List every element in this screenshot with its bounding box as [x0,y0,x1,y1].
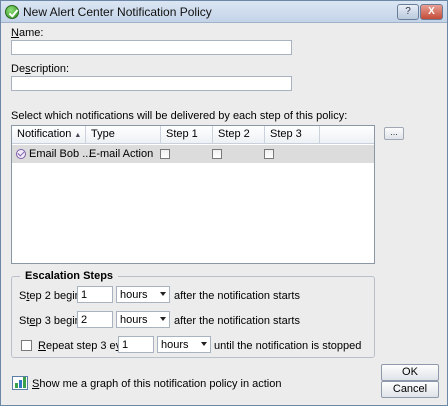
step2-checkbox[interactable] [212,149,222,159]
chevron-down-icon [160,317,166,321]
graph-icon [12,376,28,390]
step3-unit-select[interactable]: hours [116,311,170,328]
column-header-step1[interactable]: Step 1 [161,126,213,144]
window-title: New Alert Center Notification Policy [23,5,212,19]
description-label: Description: [11,63,70,75]
column-header-notification[interactable]: Notification ▲ [12,126,86,144]
show-graph-link[interactable]: Show me a graph of this notification pol… [32,378,281,390]
notification-options-button[interactable]: ... [384,127,404,140]
name-field[interactable] [11,40,292,55]
grid-header: Notification ▲ Type Step 1 Step 2 Step 3 [12,126,374,144]
repeat-unit-select[interactable]: hours [157,336,211,353]
notification-type: E-mail Action [89,148,154,160]
title-bar[interactable]: New Alert Center Notification Policy ? X [1,1,447,23]
close-button[interactable]: X [420,4,443,20]
name-label: Name: [11,27,44,39]
column-header-step3[interactable]: Step 3 [265,126,320,144]
step2-unit-select[interactable]: hours [116,286,170,303]
repeat-step3-checkbox[interactable] [21,340,32,351]
step3-checkbox[interactable] [264,149,274,159]
column-header-step2[interactable]: Step 2 [213,126,265,144]
step1-checkbox[interactable] [160,149,170,159]
chevron-down-icon [201,342,207,346]
step3-suffix: after the notification starts [174,315,300,327]
help-button[interactable]: ? [397,4,419,20]
app-check-icon [5,5,19,19]
escalation-steps-title: Escalation Steps [20,270,119,282]
repeat-suffix: until the notification is stopped [214,340,362,352]
chevron-down-icon [160,292,166,296]
notification-name: Email Bob ... [29,148,92,160]
step3-begins-input[interactable]: 2 [77,311,113,328]
dialog-window: New Alert Center Notification Policy ? X… [0,0,448,406]
ok-button[interactable]: OK [381,364,439,381]
sort-ascending-icon: ▲ [74,132,82,139]
repeat-interval-input[interactable]: 1 [118,336,154,353]
table-row[interactable]: Email Bob ... E-mail Action [12,145,374,163]
step2-begins-input[interactable]: 1 [77,286,113,303]
description-field[interactable] [11,76,292,91]
notifications-intro: Select which notifications will be deliv… [11,110,348,122]
notifications-grid[interactable]: Notification ▲ Type Step 1 Step 2 Step 3 … [11,125,375,264]
cancel-button[interactable]: Cancel [381,381,439,398]
column-header-type[interactable]: Type [86,126,161,144]
email-action-icon [16,149,26,159]
step2-suffix: after the notification starts [174,290,300,302]
